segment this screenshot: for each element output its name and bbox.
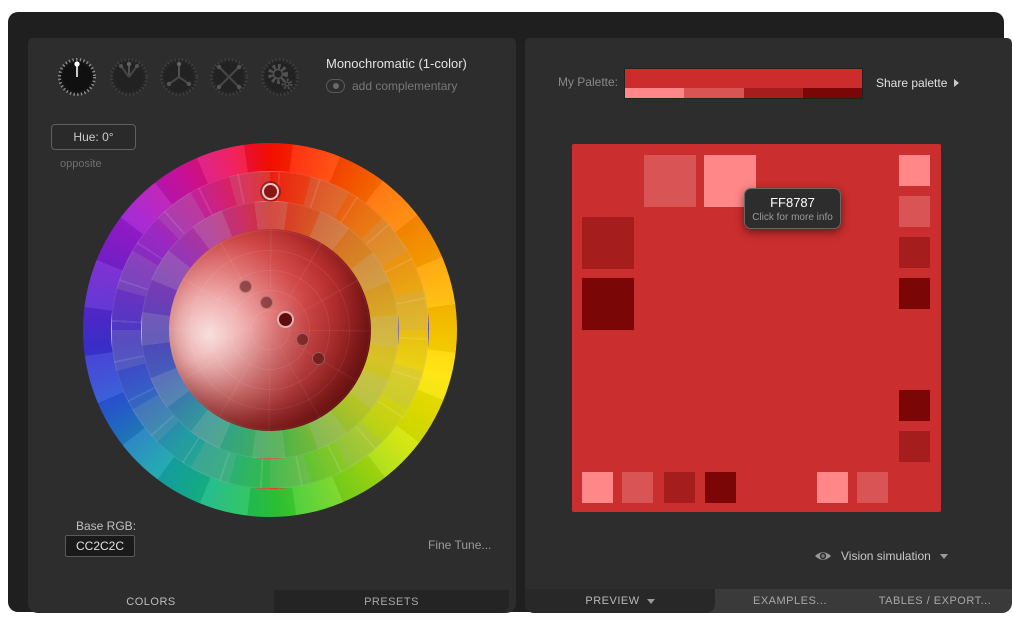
base-rgb-input[interactable] — [65, 535, 135, 557]
chevron-right-icon — [954, 79, 959, 87]
preview-swatch-light[interactable] — [582, 472, 613, 503]
base-rgb-label: Base RGB: — [76, 519, 136, 533]
scheme-adjacent-button[interactable] — [109, 57, 149, 97]
color-wheel[interactable] — [83, 143, 457, 517]
gears-icon — [260, 57, 300, 97]
tab-examples[interactable]: EXAMPLES... — [715, 589, 865, 613]
scheme-title: Monochromatic (1-color) — [326, 56, 467, 71]
color-tooltip[interactable]: FF8787 Click for more info — [744, 188, 841, 229]
app-window: Monochromatic (1-color) add complementar… — [8, 12, 1004, 612]
preview-swatch-darkest[interactable] — [899, 390, 930, 421]
preview-swatch-dark[interactable] — [899, 431, 930, 462]
tab-preview[interactable]: PREVIEW — [525, 589, 715, 613]
preview-swatch-medium[interactable] — [644, 155, 696, 207]
eye-icon — [814, 550, 832, 562]
preview-swatch-medium[interactable] — [899, 196, 930, 227]
preview-swatch-medium[interactable] — [857, 472, 888, 503]
tab-preview-label: PREVIEW — [585, 595, 639, 607]
preview-swatch-darkest[interactable] — [582, 278, 634, 330]
preview-swatch-light[interactable] — [817, 472, 848, 503]
preview-area[interactable]: FF8787 Click for more info — [572, 144, 941, 512]
monochromatic-dial-icon — [57, 57, 97, 97]
palette-variant-medium[interactable] — [684, 88, 743, 98]
fine-tune-link[interactable]: Fine Tune... — [428, 538, 491, 552]
my-palette-label: My Palette: — [546, 75, 618, 89]
scheme-monochromatic-button[interactable] — [57, 57, 97, 97]
preview-swatch-dark[interactable] — [582, 217, 634, 269]
tooltip-hint: Click for more info — [752, 212, 833, 223]
preview-swatch-dark[interactable] — [664, 472, 695, 503]
paletton-app: Monochromatic (1-color) add complementar… — [0, 0, 1012, 632]
palette-variant-light[interactable] — [625, 88, 684, 98]
vision-simulation-dropdown[interactable]: Vision simulation — [814, 549, 948, 563]
variant-color-marker — [239, 280, 252, 293]
share-palette-label: Share palette — [876, 76, 947, 90]
preview-swatch-darkest[interactable] — [705, 472, 736, 503]
scheme-tetrad-button[interactable] — [209, 57, 249, 97]
palette-base-color[interactable] — [625, 69, 862, 88]
saturation-brightness-field[interactable] — [169, 229, 371, 431]
triad-dial-icon — [159, 57, 199, 97]
variant-color-marker — [296, 333, 309, 346]
adjacent-dial-icon — [109, 57, 149, 97]
scheme-freestyle-button[interactable] — [260, 57, 300, 97]
add-complementary-label: add complementary — [352, 79, 457, 93]
add-complementary-toggle[interactable]: add complementary — [326, 79, 457, 93]
preview-swatch-light[interactable] — [899, 155, 930, 186]
tab-colors[interactable]: COLORS — [28, 590, 274, 613]
scheme-triad-button[interactable] — [159, 57, 199, 97]
tooltip-hex-value: FF8787 — [770, 195, 815, 210]
chevron-down-icon — [647, 599, 655, 604]
palette-variant-darkest[interactable] — [803, 88, 862, 98]
preview-swatch-dark[interactable] — [899, 237, 930, 268]
share-palette-button[interactable]: Share palette — [876, 76, 959, 90]
preview-swatch-medium[interactable] — [622, 472, 653, 503]
hue-marker[interactable] — [262, 183, 279, 200]
variant-color-marker — [312, 352, 325, 365]
palette-variants-strip — [625, 88, 862, 98]
tab-tables-export[interactable]: TABLES / EXPORT... — [865, 589, 1005, 613]
chevron-down-icon — [940, 554, 948, 559]
tetrad-dial-icon — [209, 57, 249, 97]
tab-presets[interactable]: PRESETS — [274, 590, 509, 613]
palette-variant-dark[interactable] — [744, 88, 803, 98]
my-palette-swatch[interactable] — [625, 69, 862, 98]
radio-toggle-icon — [326, 79, 345, 93]
preview-swatch-darkest[interactable] — [899, 278, 930, 309]
variant-color-marker — [260, 296, 273, 309]
vision-simulation-label: Vision simulation — [841, 549, 931, 563]
base-color-marker[interactable] — [277, 311, 294, 328]
